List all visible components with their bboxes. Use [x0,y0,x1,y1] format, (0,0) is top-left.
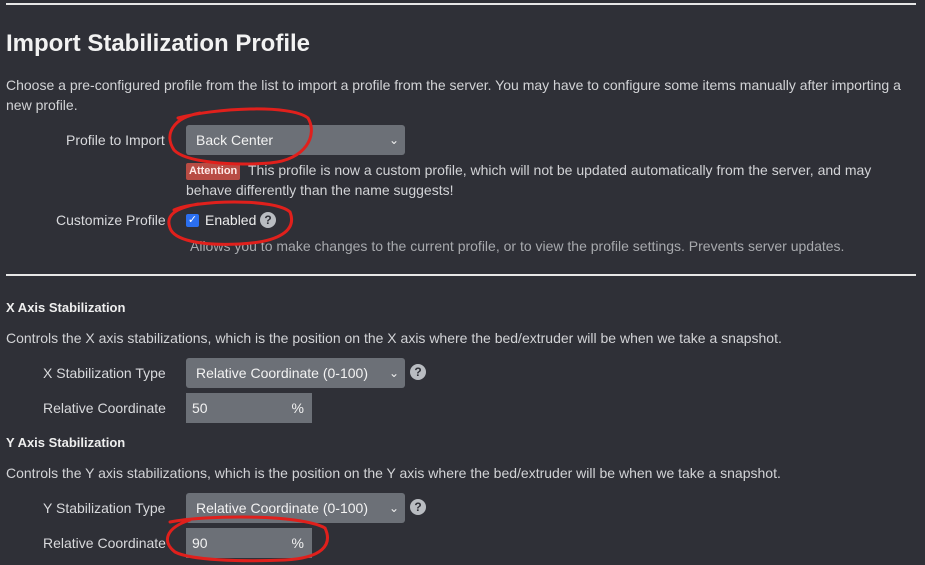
y-coord-value: 90 [192,535,208,551]
profile-select-value: Back Center [196,132,274,148]
section-divider [6,274,916,276]
page-title: Import Stabilization Profile [6,30,311,57]
y-type-label: Y Stabilization Type [43,500,166,516]
y-axis-heading: Y Axis Stabilization [6,435,126,450]
customize-profile-label: Customize Profile [56,212,166,228]
enabled-checkbox[interactable]: ✓ [186,214,199,227]
x-coord-value: 50 [192,400,208,416]
x-coord-label: Relative Coordinate [43,400,166,416]
intro-text: Choose a pre-configured profile from the… [6,77,901,113]
profile-select[interactable]: Back Center ⌄ [186,125,405,155]
profile-to-import-label: Profile to Import [66,132,165,148]
y-axis-description: Controls the Y axis stabilizations, whic… [6,465,781,481]
x-type-value: Relative Coordinate (0-100) [196,365,368,381]
x-coord-input[interactable]: 50 % [186,393,312,423]
y-type-value: Relative Coordinate (0-100) [196,500,368,516]
y-coord-label: Relative Coordinate [43,535,166,551]
chevron-down-icon: ⌄ [388,133,399,147]
attention-text-content: This profile is now a custom profile, wh… [186,162,872,198]
x-type-select[interactable]: Relative Coordinate (0-100) ⌄ [186,358,405,388]
y-coord-input[interactable]: 90 % [186,528,312,558]
y-coord-unit: % [291,535,304,551]
x-coord-unit: % [291,400,304,416]
top-divider [6,3,916,5]
y-type-select[interactable]: Relative Coordinate (0-100) ⌄ [186,493,405,523]
x-axis-description: Controls the X axis stabilizations, whic… [6,330,782,346]
y-type-help-icon[interactable]: ? [410,499,426,515]
chevron-down-icon: ⌄ [388,501,399,515]
customize-help-text: Allows you to make changes to the curren… [190,238,845,254]
chevron-down-icon: ⌄ [388,366,399,380]
x-type-help-icon[interactable]: ? [410,364,426,380]
help-icon[interactable]: ? [260,212,276,228]
x-axis-heading: X Axis Stabilization [6,300,126,315]
enabled-label[interactable]: Enabled [205,212,256,228]
x-type-label: X Stabilization Type [43,365,166,381]
attention-text: This profile is now a custom profile, wh… [186,160,906,200]
